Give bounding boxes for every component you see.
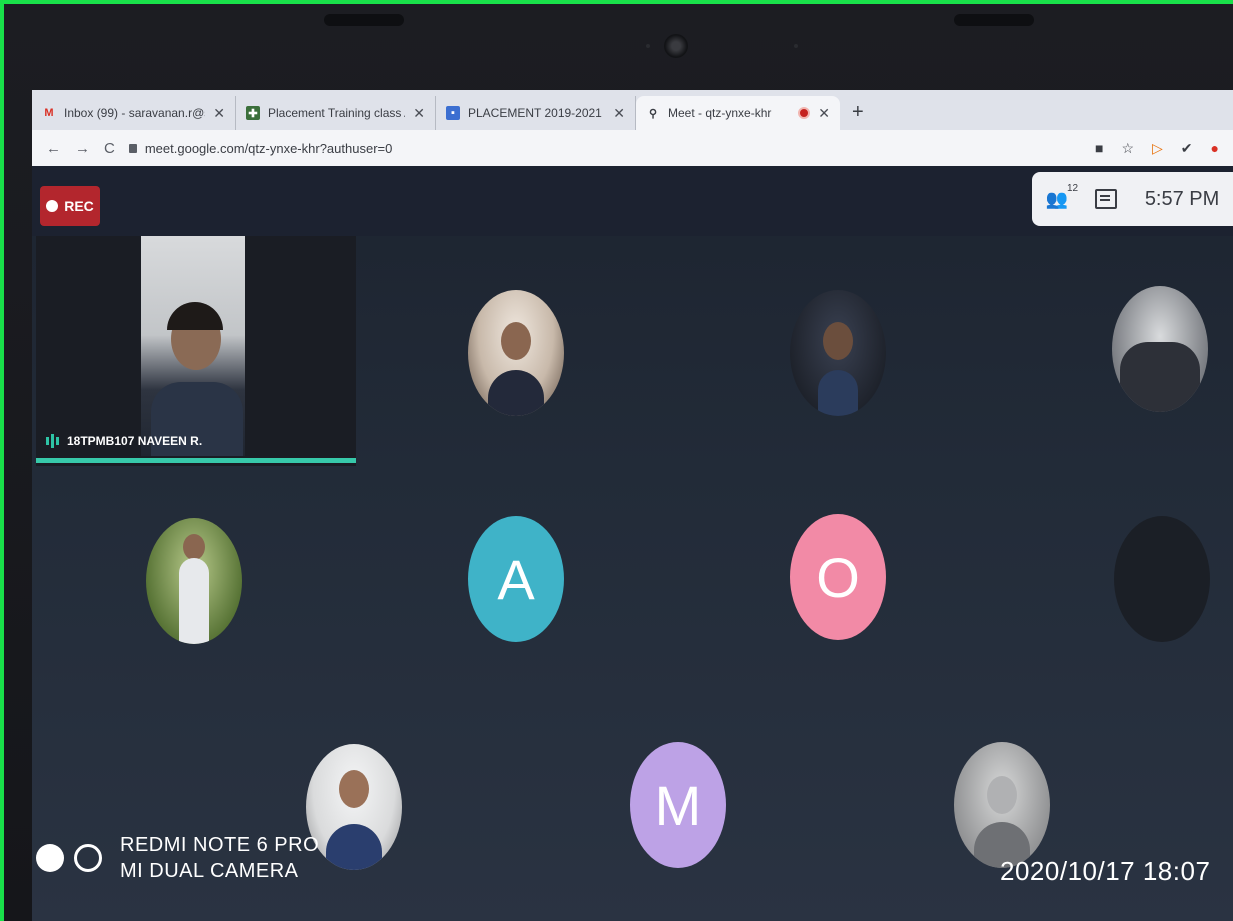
check-icon[interactable]: ✔ xyxy=(1181,140,1193,157)
laptop-screen: M Inbox (99) - saravanan.r@skct.edu ✕ ✚ … xyxy=(32,90,1233,921)
extension-icon[interactable]: ● xyxy=(1211,140,1219,156)
people-button[interactable]: 👥 12 xyxy=(1045,183,1078,210)
tab-title: Placement Training class Attenda xyxy=(268,106,405,120)
participant-avatar-letter[interactable]: A xyxy=(468,516,564,642)
chat-icon[interactable] xyxy=(1095,189,1118,209)
participant-avatar[interactable] xyxy=(954,742,1050,868)
avatar-body xyxy=(818,370,858,416)
avatar-face xyxy=(501,322,531,360)
participant-avatar[interactable] xyxy=(790,290,886,416)
speaker-name: 18TPMB107 NAVEEN R. xyxy=(67,434,203,448)
tab-sheets[interactable]: ✚ Placement Training class Attenda ✕ xyxy=(236,96,436,130)
tab-meet[interactable]: ⚲ Meet - qtz-ynxe-khr ✕ xyxy=(636,96,840,130)
avatar-body xyxy=(488,370,544,416)
avatar-face xyxy=(823,322,853,360)
participant-avatar-letter[interactable]: O xyxy=(790,514,886,640)
play-icon[interactable]: ▷ xyxy=(1152,140,1163,157)
new-tab-button[interactable]: + xyxy=(840,101,876,130)
speaker-hair xyxy=(167,302,223,330)
avatar-letter: O xyxy=(816,545,860,609)
tab-title: Meet - qtz-ynxe-khr xyxy=(668,106,772,120)
speaker-video xyxy=(141,236,245,456)
camera-watermark: REDMI NOTE 6 PRO MI DUAL CAMERA xyxy=(36,832,319,884)
avatar-body xyxy=(326,824,382,870)
watermark-dot-icon xyxy=(36,844,64,872)
address-bar: ← → C meet.google.com/qtz-ynxe-khr?authu… xyxy=(32,130,1233,166)
avatar-body xyxy=(179,558,209,644)
docs-icon: ▪ xyxy=(446,106,460,120)
device-model: REDMI NOTE 6 PRO xyxy=(120,834,320,856)
tab-gmail[interactable]: M Inbox (99) - saravanan.r@skct.edu ✕ xyxy=(32,96,236,130)
meeting-time: 5:57 PM xyxy=(1144,187,1220,210)
tab-docs[interactable]: ▪ PLACEMENT 2019-2021 batch ✕ xyxy=(436,96,636,130)
tab-title: Inbox (99) - saravanan.r@skct.edu xyxy=(64,106,205,120)
close-icon[interactable]: ✕ xyxy=(613,105,625,122)
participant-avatar[interactable] xyxy=(468,290,564,416)
star-icon[interactable]: ☆ xyxy=(1121,140,1134,157)
meet-info-panel: 👥 12 5:57 PM xyxy=(1032,172,1233,226)
bezel-sensor xyxy=(794,44,798,48)
camera-icon[interactable]: ■ xyxy=(1095,140,1103,156)
people-icon: 👥 xyxy=(1045,188,1069,209)
webcam xyxy=(664,34,688,58)
bezel-bump xyxy=(954,14,1034,26)
url-text: meet.google.com/qtz-ynxe-khr?authuser=0 xyxy=(144,140,393,156)
avatar-face xyxy=(987,776,1017,814)
close-icon[interactable]: ✕ xyxy=(818,105,830,122)
camera-label: MI DUAL CAMERA xyxy=(120,860,299,882)
avatar-letter: A xyxy=(497,547,535,611)
meet-call-area: REC 👥 12 5:57 PM 18TPMB107 NAVEEN R. A O… xyxy=(32,166,1233,921)
speaker-name-label: 18TPMB107 NAVEEN R. xyxy=(46,434,202,448)
laptop-bezel: M Inbox (99) - saravanan.r@skct.edu ✕ ✚ … xyxy=(4,4,1233,921)
sheets-icon: ✚ xyxy=(246,106,260,120)
forward-icon[interactable]: → xyxy=(75,140,90,157)
active-speaker-indicator xyxy=(36,458,356,463)
participant-avatar[interactable] xyxy=(146,518,242,644)
bezel-sensor xyxy=(646,44,650,48)
participant-avatar[interactable] xyxy=(1112,286,1208,412)
gmail-icon: M xyxy=(44,107,54,119)
bezel-bump xyxy=(324,14,404,26)
close-icon[interactable]: ✕ xyxy=(213,105,225,122)
recording-badge: REC xyxy=(40,186,100,226)
participant-avatar-letter[interactable]: M xyxy=(630,742,726,868)
recording-icon xyxy=(798,107,811,119)
participant-avatar[interactable] xyxy=(1114,516,1210,642)
avatar-face xyxy=(183,534,205,560)
record-dot-icon xyxy=(46,200,59,212)
close-icon[interactable]: ✕ xyxy=(413,105,425,122)
meet-icon: ⚲ xyxy=(648,107,658,120)
browser-tab-strip: M Inbox (99) - saravanan.r@skct.edu ✕ ✚ … xyxy=(32,90,1233,130)
lock-icon xyxy=(128,143,137,153)
active-speaker-tile[interactable]: 18TPMB107 NAVEEN R. xyxy=(36,236,356,466)
audio-level-icon xyxy=(46,434,59,448)
photo-timestamp: 2020/10/17 18:07 xyxy=(1000,856,1211,886)
avatar-body xyxy=(1120,342,1200,412)
back-icon[interactable]: ← xyxy=(46,140,61,157)
participant-count: 12 xyxy=(1066,182,1079,194)
avatar-letter: M xyxy=(654,773,702,837)
watermark-ring-icon xyxy=(74,844,102,872)
extension-toolbar: ■ ☆ ▷ ✔ ● xyxy=(1095,140,1219,157)
participant-avatar[interactable] xyxy=(306,744,402,870)
tab-title: PLACEMENT 2019-2021 batch xyxy=(468,106,605,120)
watermark-text: REDMI NOTE 6 PRO MI DUAL CAMERA xyxy=(120,832,319,884)
rec-label: REC xyxy=(64,198,94,214)
url-field[interactable]: meet.google.com/qtz-ynxe-khr?authuser=0 xyxy=(128,140,1081,156)
avatar-face xyxy=(339,770,369,808)
reload-icon[interactable]: C xyxy=(104,140,115,157)
